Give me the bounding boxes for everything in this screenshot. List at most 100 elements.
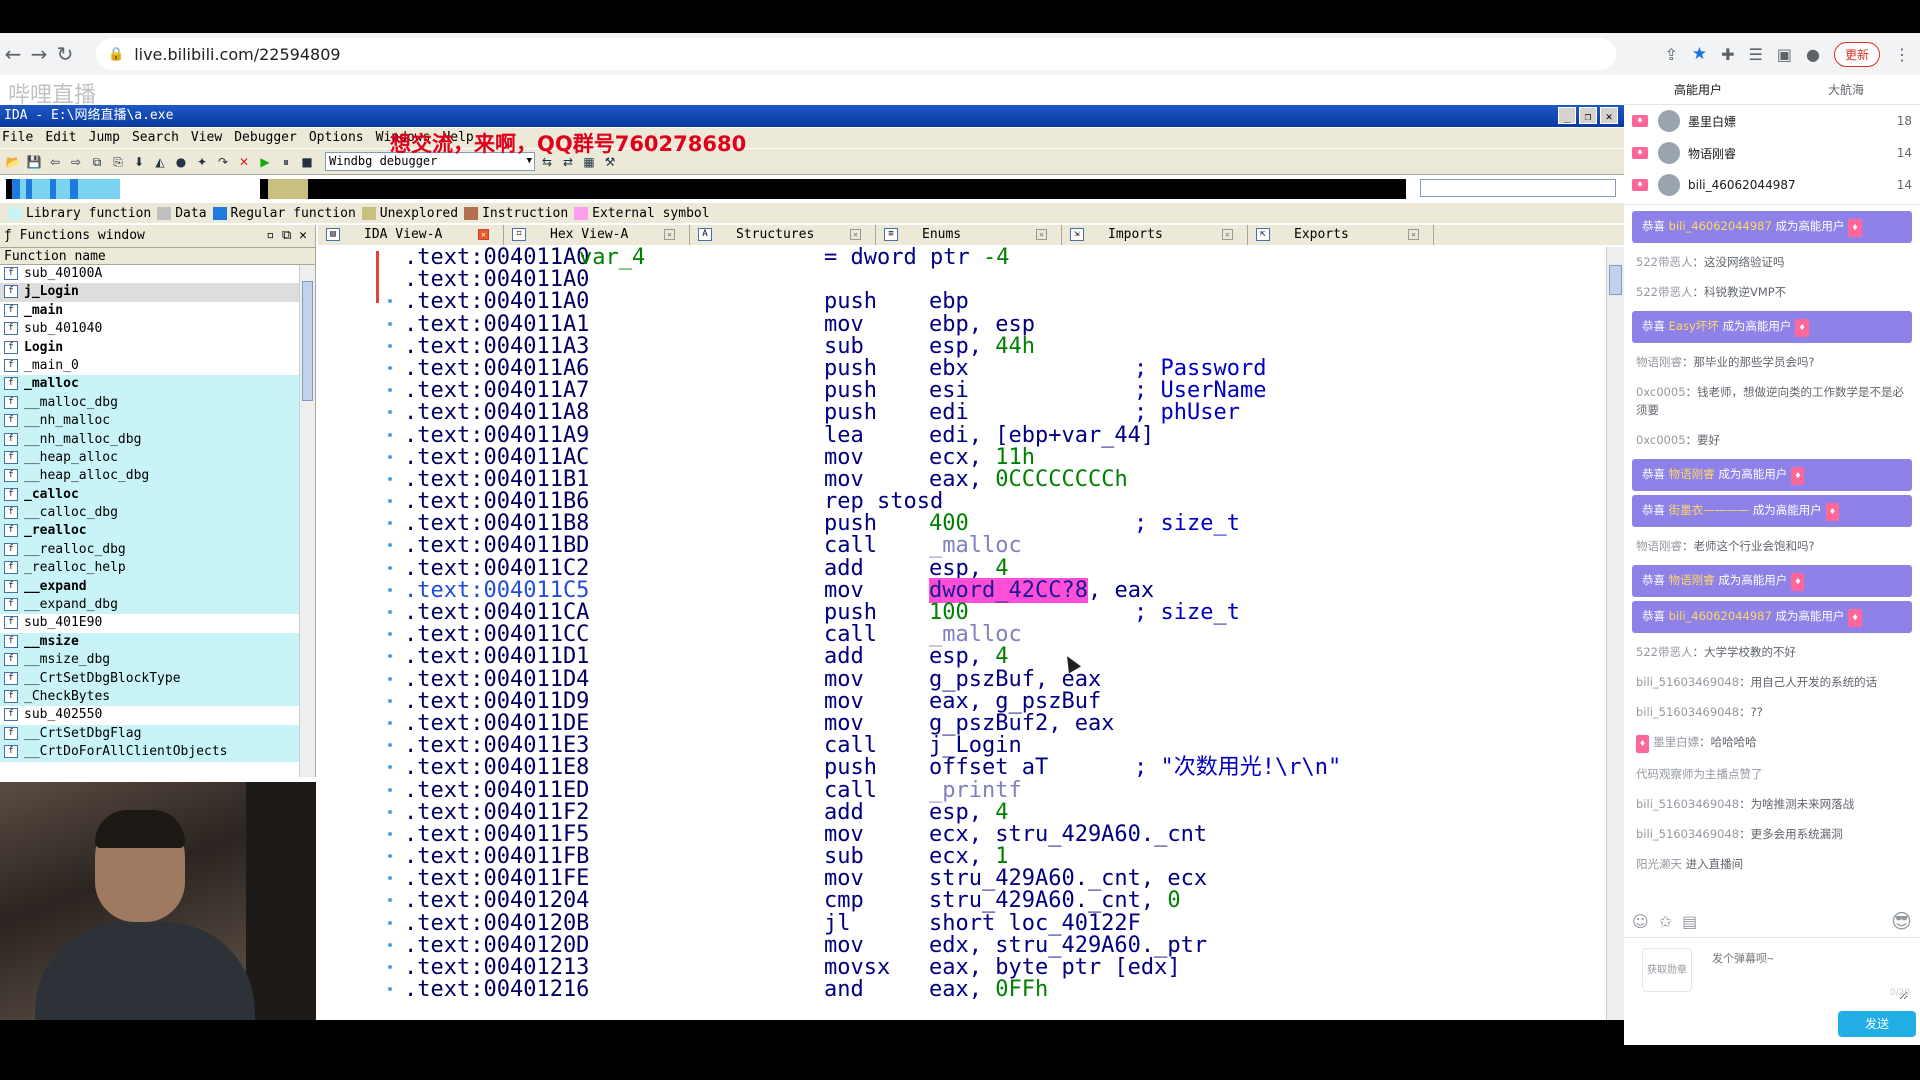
profile-icon[interactable]: ● [1806,45,1820,64]
function-row[interactable]: f _calloc [0,485,315,505]
chat-user[interactable]: 阳光濑天 [1636,857,1682,871]
tab-exports[interactable]: ⇱ Exports ✕ [1248,225,1434,245]
tab-guard[interactable]: 大航海 [1772,75,1920,104]
bookmark-star-icon[interactable]: ★ [1692,44,1707,64]
play-icon[interactable]: ▶ [256,153,274,171]
tab-close-icon[interactable]: ✕ [664,229,675,240]
functions-window-close-icon[interactable]: ▫ ⧉ ✕ [266,225,307,247]
function-row[interactable]: f _realloc_help [0,559,315,578]
pause-icon[interactable]: ⏸ [277,153,295,171]
function-row[interactable]: f sub_401E90 [0,614,315,632]
minimize-icon[interactable]: _ [1558,107,1576,124]
function-row[interactable]: f _malloc [0,375,315,394]
danmaku-input[interactable] [1708,946,1908,1000]
update-button[interactable]: 更新 [1833,41,1880,67]
notice-user[interactable]: 物语刚睿 [1669,467,1715,481]
functions-scrollbar[interactable] [299,265,315,777]
chat-user[interactable]: 522带恶人 [1636,285,1692,299]
back-icon[interactable]: ← [0,42,26,66]
chat-user[interactable]: 0xc0005 [1636,433,1686,447]
step-icon[interactable]: ↷ [214,153,232,171]
menu-options[interactable]: Options [309,128,364,148]
back-arrow-icon[interactable]: ⇦ [46,153,64,171]
tab-close-icon[interactable]: ✕ [478,229,489,240]
function-row[interactable]: f j_Login [0,283,315,302]
tab-close-icon[interactable]: ✕ [1408,229,1419,240]
extensions-icon[interactable]: ✚ [1721,45,1734,64]
function-name-column[interactable]: Function name [0,247,315,265]
chat-user[interactable]: 522带恶人 [1636,645,1692,659]
notice-user[interactable]: bili_46062044987 [1669,609,1772,623]
menu-file[interactable]: File [2,128,33,148]
chat-user[interactable]: 物语刚睿 [1636,539,1682,553]
function-row[interactable]: f __CrtSetDbgBlockType [0,669,315,688]
chat-user[interactable]: 墨里白嫖 [1653,735,1699,749]
tab-ida-view-a[interactable]: ▤ IDA View-A ✕ [318,225,504,245]
tab-hex-view-a[interactable]: ⌗ Hex View-A ✕ [504,225,690,245]
function-row[interactable]: f sub_401040 [0,320,315,338]
stop-icon[interactable]: ■ [298,153,316,171]
function-row[interactable]: f __nh_malloc [0,412,315,431]
function-row[interactable]: f __nh_malloc_dbg [0,430,315,449]
chat-user[interactable]: 0xc0005 [1636,385,1686,399]
chat-user[interactable]: 代码观察师为主播点赞了 [1636,767,1763,781]
function-row[interactable]: f __expand_dbg [0,596,315,615]
tab-enums[interactable]: ≡ Enums ✕ [876,225,1062,245]
reload-icon[interactable]: ↻ [52,42,78,66]
menu-debugger[interactable]: Debugger [234,128,297,148]
notice-user[interactable]: 物语刚睿 [1669,573,1715,587]
down-arrow-icon[interactable]: ⬇ [130,153,148,171]
menu-search[interactable]: Search [132,128,179,148]
segment-select[interactable] [1420,179,1616,197]
menu-view[interactable]: View [191,128,222,148]
tab-close-icon[interactable]: ✕ [1036,229,1047,240]
emoji-icon[interactable]: 😎 [1891,909,1912,933]
function-row[interactable]: f __realloc_dbg [0,540,315,560]
media-queue-icon[interactable]: ☰ [1749,45,1763,64]
tab-high-energy-users[interactable]: 高能用户 [1624,75,1772,104]
function-row[interactable]: f __msize_dbg [0,651,315,670]
save-icon[interactable]: 💾 [25,153,43,171]
tab-imports[interactable]: ⇲ Imports ✕ [1062,225,1248,245]
forward-arrow-icon[interactable]: ⇨ [67,153,85,171]
rank-row[interactable]: ♦ 墨里白嫖 18 [1624,105,1920,137]
notice-user[interactable]: Easy坏坏 [1669,319,1719,333]
chat-user[interactable]: bili_51603469048 [1636,797,1739,811]
function-row[interactable]: f __msize [0,632,315,652]
list-icon[interactable]: ▤ [1682,912,1697,931]
notice-user[interactable]: bili_46062044987 [1669,219,1772,233]
rank-row[interactable]: ♦ bili_46062044987 14 [1624,169,1920,201]
function-row[interactable]: f __heap_alloc [0,448,315,468]
disassembly-view[interactable]: .text:004011A0 var_4 = dword ptr -4 .text:0… [318,247,1606,1020]
chat-user[interactable]: bili_51603469048 [1636,705,1739,719]
function-row[interactable]: f _main [0,302,315,320]
share-icon[interactable]: ⇪ [1664,45,1677,64]
paste-icon[interactable]: ⎘ [109,153,127,171]
breakpoint-icon[interactable]: ✦ [193,153,211,171]
tab-close-icon[interactable]: ✕ [1222,229,1233,240]
navigation-band[interactable] [6,179,1406,199]
tab-structures[interactable]: A Structures ✕ [690,225,876,245]
disassembly-scrollbar[interactable] [1606,247,1624,1020]
gift-icon[interactable]: ☺ [1632,912,1649,931]
copy-icon[interactable]: ⧉ [88,153,106,171]
function-row[interactable]: f __expand [0,577,315,597]
menu-jump[interactable]: Jump [89,128,120,148]
run-circle-icon[interactable]: ● [172,153,190,171]
close-icon[interactable]: ✕ [1600,107,1618,124]
tab-close-icon[interactable]: ✕ [850,229,861,240]
chat-user[interactable]: 物语刚睿 [1636,355,1682,369]
function-row[interactable]: f __CrtSetDbgFlag [0,724,315,744]
function-row[interactable]: f Login [0,339,315,357]
function-row[interactable]: f _CheckBytes [0,687,315,707]
function-row[interactable]: f __heap_alloc_dbg [0,467,315,486]
side-panel-icon[interactable]: ▣ [1777,45,1792,64]
function-row[interactable]: f __calloc_dbg [0,504,315,523]
chat-user[interactable]: bili_51603469048 [1636,675,1739,689]
get-medal-button[interactable]: 获取勋章 [1642,948,1692,992]
send-button[interactable]: 发送 [1838,1011,1916,1037]
function-row[interactable]: f sub_40100A [0,265,315,283]
restore-icon[interactable]: ❐ [1579,107,1597,124]
function-row[interactable]: f __CrtDoForAllClientObjects [0,743,315,762]
graph-icon[interactable]: ◭ [151,153,169,171]
